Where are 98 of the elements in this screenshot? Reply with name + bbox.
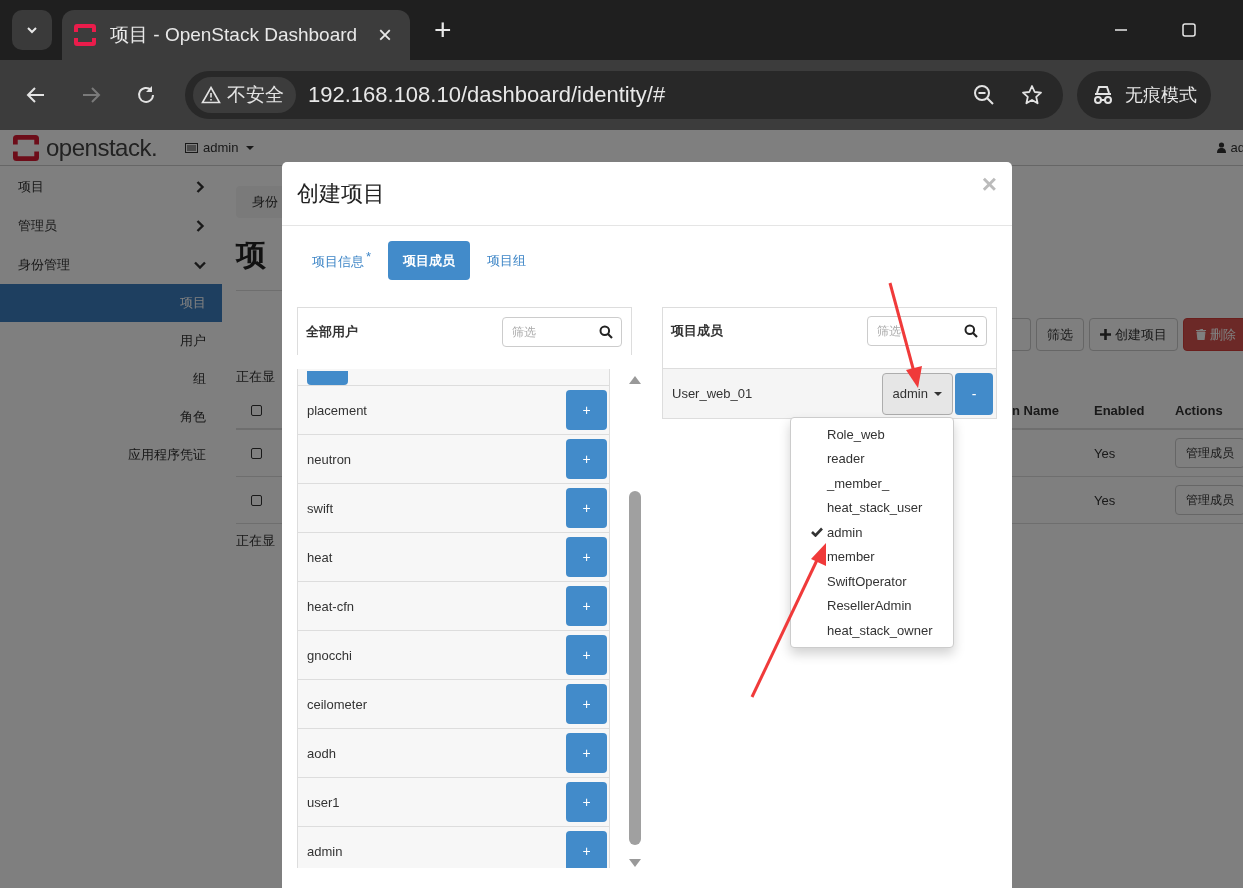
manage-members-button[interactable]: 管理成员 <box>1175 485 1243 515</box>
user-name: heat-cfn <box>307 598 354 614</box>
summary-text: 正在显 <box>236 368 276 386</box>
menu-item[interactable]: admin <box>791 520 953 545</box>
security-indicator-button[interactable]: 不安全 <box>193 77 296 113</box>
tab-list-button[interactable] <box>12 10 52 50</box>
column-header: Actions <box>1175 402 1223 418</box>
user-name: placement <box>307 402 367 418</box>
filter-button[interactable]: 筛选 <box>1036 318 1084 351</box>
add-button[interactable]: + <box>566 684 607 724</box>
reload-icon <box>135 84 157 106</box>
modal-title: 创建项目 <box>297 179 385 208</box>
create-project-button[interactable]: 创建项目 <box>1089 318 1178 351</box>
search-icon <box>964 324 978 338</box>
page-heading: 项 <box>236 237 267 273</box>
breadcrumb: 身份 <box>236 186 282 218</box>
filter-field[interactable]: 筛选 <box>867 316 987 346</box>
filter-field[interactable]: 筛选 <box>502 316 622 347</box>
menu-item[interactable]: member <box>791 544 953 569</box>
maximize-icon <box>1182 23 1196 37</box>
menu-item[interactable]: reader <box>791 446 953 471</box>
menu-item-label: reader <box>827 451 865 467</box>
chevron-right-icon <box>194 219 206 232</box>
add-button[interactable]: + <box>566 782 607 822</box>
scroll-down-icon[interactable] <box>628 858 642 868</box>
user-name: neutron <box>307 451 352 467</box>
checkbox[interactable] <box>251 447 262 459</box>
add-button[interactable]: + <box>566 586 607 626</box>
menu-item-label: SwiftOperator <box>827 573 907 589</box>
delete-button[interactable]: 删除 <box>1183 318 1243 351</box>
column-header: Enabled <box>1094 402 1146 418</box>
role-dropdown[interactable]: admin <box>881 372 953 415</box>
table-cell-text: Yes <box>1094 445 1117 461</box>
plus-icon <box>1100 329 1111 340</box>
user-name: user1 <box>307 794 340 810</box>
user-name: User_web_01 <box>672 386 753 401</box>
project-menu[interactable]: admin <box>179 139 260 156</box>
trash-icon <box>1196 329 1206 340</box>
menu-item[interactable]: heat_stack_user <box>791 495 953 520</box>
logo-icon <box>10 134 42 161</box>
menu-item-label: _member_ <box>827 475 890 491</box>
tab-title: 项目 - OpenStack Dashboard <box>110 23 359 47</box>
user-name: swift <box>307 500 333 516</box>
search-icon <box>599 324 613 339</box>
incognito-button[interactable]: 无痕模式 <box>1077 71 1211 119</box>
menu-item-label: member <box>827 549 875 565</box>
scroll-up-icon[interactable] <box>628 375 642 385</box>
menu-item-label: Role_web <box>827 426 885 442</box>
incognito-icon <box>1091 85 1115 105</box>
user-name: admin <box>307 843 343 859</box>
zoom-out-icon <box>973 84 995 106</box>
browser-tab[interactable]: 项目 - OpenStack Dashboard × <box>62 10 410 60</box>
remove-button[interactable]: - <box>955 372 993 415</box>
url-text: 192.168.108.10/dashboard/identity/# <box>308 82 666 108</box>
add-button[interactable]: + <box>566 488 607 528</box>
caret-icon <box>934 391 942 396</box>
menu-item-label: heat_stack_owner <box>827 622 933 638</box>
address-bar[interactable]: 不安全 192.168.108.10/dashboard/identity/# <box>185 71 1063 119</box>
add-button[interactable]: + <box>566 537 607 577</box>
manage-members-button[interactable]: 管理成员 <box>1175 438 1243 468</box>
menu-item-label: ResellerAdmin <box>827 598 912 614</box>
star-icon <box>1021 84 1043 106</box>
add-button[interactable]: + <box>566 439 607 479</box>
summary-text: 正在显 <box>236 532 276 550</box>
checkbox[interactable] <box>251 494 262 506</box>
user-name: heat <box>307 549 333 565</box>
menu-item-label: admin <box>827 524 863 540</box>
sidebar-subitem[interactable]: 项目 <box>0 284 222 322</box>
user-icon <box>1216 142 1226 153</box>
menu-item[interactable]: Role_web <box>791 422 953 447</box>
panel-title: 项目成员 <box>671 322 723 340</box>
caret-icon <box>245 145 254 150</box>
add-button[interactable]: + <box>566 390 607 430</box>
close-tab-button[interactable]: × <box>374 23 396 47</box>
list-icon <box>185 142 199 153</box>
menu-item[interactable]: SwiftOperator <box>791 569 953 594</box>
menu-item[interactable]: heat_stack_owner <box>791 618 953 643</box>
new-tab-button[interactable]: + <box>428 14 458 46</box>
menu-item[interactable]: _member_ <box>791 471 953 496</box>
add-button[interactable]: + <box>566 831 607 868</box>
scroll-thumb[interactable] <box>629 491 641 845</box>
checkbox[interactable] <box>251 404 262 416</box>
tab[interactable]: 项目成员 <box>388 241 471 280</box>
warning-icon <box>201 86 221 104</box>
column-header: n Name <box>1012 402 1060 418</box>
logo-text: openstack. <box>46 133 158 162</box>
add-button[interactable]: + <box>566 733 607 773</box>
add-button[interactable]: + <box>566 635 607 675</box>
user-name: gnocchi <box>307 647 352 663</box>
panel-title: 全部用户 <box>306 322 358 341</box>
menu-item[interactable]: ResellerAdmin <box>791 593 953 618</box>
menu-item-label: heat_stack_user <box>827 500 923 516</box>
user-name: ceilometer <box>307 696 367 712</box>
chevron-right-icon <box>194 180 206 193</box>
tab[interactable]: 项目组 <box>472 241 542 280</box>
user-name: aodh <box>307 745 336 761</box>
logo-icon <box>74 24 96 46</box>
table-cell-text: Yes <box>1094 492 1117 508</box>
